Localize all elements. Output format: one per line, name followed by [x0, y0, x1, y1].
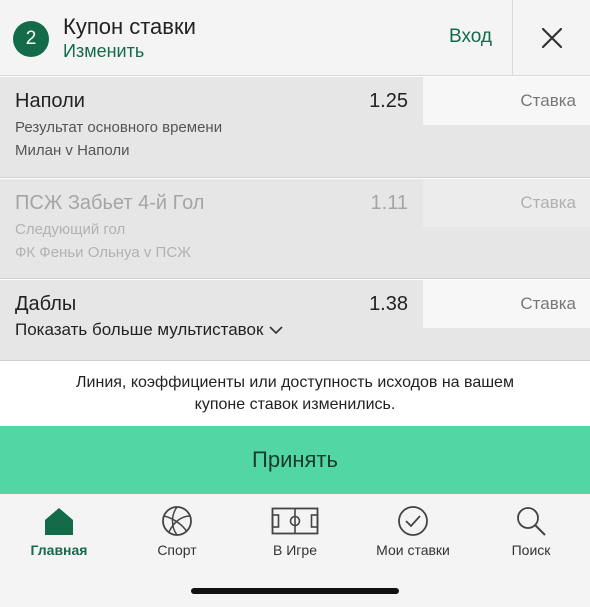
nav-label: Поиск: [511, 542, 551, 558]
selection-odds: 1.11: [370, 192, 408, 214]
selection-count-badge: 2: [13, 21, 49, 57]
home-indicator: [191, 588, 399, 594]
nav-item-my-bets[interactable]: Мои ставки: [354, 494, 472, 574]
match-name: Милан v Наполи: [15, 142, 130, 159]
show-more-label: Показать больше мультиставок: [15, 320, 264, 339]
show-more-multiples-link[interactable]: Показать больше мультиставок: [15, 320, 283, 340]
nav-label: В Игре: [273, 542, 317, 558]
chevron-down-icon: [269, 325, 283, 334]
stake-input[interactable]: Ставка: [423, 77, 590, 125]
bet-selection: Наполи Результат основного времени Милан…: [0, 77, 590, 178]
field-icon: [271, 507, 319, 535]
selection-name: Наполи: [15, 90, 85, 112]
odds-changed-notice: Линия, коэффициенты или доступность исхо…: [0, 362, 590, 426]
edit-link[interactable]: Изменить: [63, 41, 144, 62]
betslip-header: 2 Купон ставки Изменить Вход: [0, 0, 590, 76]
nav-label: Мои ставки: [376, 542, 450, 558]
bet-selection: ПСЖ Забьет 4-й Гол Следующий гол ФК Фень…: [0, 179, 590, 279]
doubles-odds: 1.38: [369, 293, 408, 315]
nav-item-home[interactable]: Главная: [0, 494, 118, 574]
check-circle-icon: [398, 506, 428, 536]
nav-label: Главная: [30, 542, 88, 558]
close-icon: [541, 27, 562, 49]
nav-item-sport[interactable]: Спорт: [118, 494, 236, 574]
selection-odds: 1.25: [369, 90, 408, 112]
nav-item-search[interactable]: Поиск: [472, 494, 590, 574]
match-name: ФК Феньи Ольнуа v ПСЖ: [15, 244, 192, 261]
nav-label: Спорт: [157, 542, 197, 558]
market-name: Результат основного времени: [15, 119, 223, 136]
doubles-row: Даблы 1.38 Ставка Показать больше мульти…: [0, 280, 590, 361]
betslip-title: Купон ставки: [63, 14, 196, 39]
selection-name: ПСЖ Забьет 4-й Гол: [15, 192, 205, 214]
notice-line: Линия, коэффициенты или доступность исхо…: [76, 374, 514, 391]
login-link[interactable]: Вход: [449, 26, 492, 48]
search-icon: [517, 507, 546, 536]
accept-button[interactable]: Принять: [0, 426, 590, 494]
close-button[interactable]: [513, 0, 590, 76]
market-name: Следующий гол: [15, 221, 126, 238]
ball-icon: [162, 506, 192, 536]
home-icon: [45, 508, 73, 535]
stake-input[interactable]: Ставка: [423, 179, 590, 227]
doubles-label: Даблы: [15, 293, 77, 315]
doubles-stake-input[interactable]: Ставка: [423, 280, 590, 328]
notice-line: купоне ставок изменились.: [194, 396, 396, 413]
nav-item-in-play[interactable]: В Игре: [236, 494, 354, 574]
